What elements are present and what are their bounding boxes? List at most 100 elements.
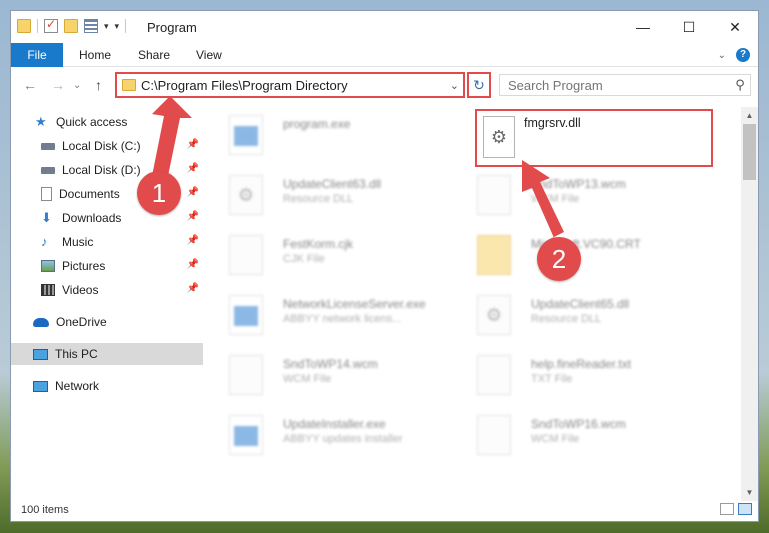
navigation-pane: ★ Quick access Local Disk (C:) 📌 Local D…: [11, 107, 203, 501]
minimize-button[interactable]: —: [620, 11, 666, 43]
sidebar-item-label: OneDrive: [56, 315, 107, 329]
forward-button[interactable]: →: [51, 77, 65, 93]
search-input[interactable]: [508, 77, 730, 93]
sidebar-item-local-disk-c[interactable]: Local Disk (C:) 📌: [11, 135, 203, 157]
star-icon: ★: [35, 114, 47, 129]
step-1-badge: 1: [137, 171, 181, 215]
file-item[interactable]: UpdateInstaller.exe ABBYY updates instal…: [211, 413, 451, 463]
gear-icon: ⚙: [229, 175, 263, 215]
file-icon: [477, 175, 511, 215]
maximize-button[interactable]: ☐: [666, 11, 712, 43]
sidebar-item-pictures[interactable]: Pictures 📌: [11, 255, 203, 277]
file-item[interactable]: ⚙ UpdateClient65.dll Resource DLL: [459, 293, 699, 343]
qat-chevron-down-icon[interactable]: ▾: [104, 21, 109, 32]
recent-locations-icon[interactable]: ⌄: [73, 80, 81, 91]
vertical-scrollbar[interactable]: ▲ ▼: [741, 107, 758, 501]
disk-icon: [41, 166, 55, 174]
scroll-up-icon[interactable]: ▲: [741, 107, 758, 124]
navigation-bar: ← → ⌄ ↑ C:\Program Files\Program Directo…: [11, 68, 758, 102]
address-bar[interactable]: C:\Program Files\Program Directory ⌄: [115, 72, 465, 98]
tab-share[interactable]: Share: [138, 43, 170, 67]
file-icon: [229, 355, 263, 395]
sidebar-item-this-pc[interactable]: This PC: [11, 343, 203, 365]
file-item[interactable]: NetworkLicenseServer.exe ABBYY network l…: [211, 293, 451, 343]
file-type: Resource DLL: [531, 313, 602, 325]
app-icon: [229, 115, 263, 155]
file-type: ABBYY updates installer: [283, 433, 403, 445]
file-name: SndToWP16.wcm: [531, 417, 626, 431]
sidebar-item-network[interactable]: Network: [11, 375, 203, 397]
sidebar-item-onedrive[interactable]: OneDrive: [11, 311, 203, 333]
folder-icon: [477, 235, 511, 275]
file-name: program.exe: [283, 117, 351, 131]
pictures-icon: [41, 260, 55, 272]
scroll-thumb[interactable]: [743, 124, 756, 180]
gear-icon: ⚙: [477, 295, 511, 335]
new-folder-icon[interactable]: [64, 19, 78, 33]
refresh-button[interactable]: ↻: [467, 72, 491, 98]
app-icon: [229, 295, 263, 335]
file-name: help.fineReader.txt: [531, 357, 632, 371]
file-item[interactable]: ⚙ UpdateClient63.dll Resource DLL: [211, 173, 451, 223]
file-item[interactable]: SndToWP16.wcm WCM File: [459, 413, 699, 463]
file-item[interactable]: SndToWP13.wcm WCM File: [459, 173, 699, 223]
ribbon-right-controls: ⌄ ?: [718, 48, 750, 62]
quick-access-toolbar: ▾ ▾: [17, 17, 127, 33]
file-item[interactable]: FestKorm.cjk CJK File: [211, 233, 451, 283]
cloud-icon: [33, 317, 49, 327]
pin-icon[interactable]: 📌: [187, 187, 199, 198]
expand-ribbon-icon[interactable]: ⌄: [718, 50, 726, 61]
step-2-badge: 2: [537, 237, 581, 281]
window-title: Program: [147, 20, 197, 35]
search-icon[interactable]: ⚲: [730, 77, 750, 93]
file-type: CJK File: [283, 253, 325, 265]
sidebar-item-quick-access[interactable]: ★ Quick access: [11, 111, 203, 133]
search-box[interactable]: ⚲: [499, 74, 751, 96]
properties-icon[interactable]: [84, 19, 98, 33]
address-chevron-down-icon[interactable]: ⌄: [450, 79, 459, 92]
tab-view[interactable]: View: [196, 43, 222, 67]
close-button[interactable]: ✕: [712, 11, 758, 43]
sidebar-item-downloads[interactable]: ⬇ Downloads 📌: [11, 207, 203, 229]
large-icons-view-icon[interactable]: [738, 503, 752, 515]
window-controls: — ☐ ✕: [620, 11, 758, 43]
file-item-fmgrsrv-dll[interactable]: ⚙ fmgrsrv.dll: [477, 111, 711, 165]
file-item[interactable]: help.fineReader.txt TXT File: [459, 353, 699, 403]
sidebar-item-videos[interactable]: Videos 📌: [11, 279, 203, 301]
back-button[interactable]: ←: [23, 77, 37, 93]
properties-check-icon[interactable]: [44, 17, 58, 33]
pin-icon[interactable]: 📌: [187, 211, 199, 222]
item-count: 100 items: [21, 504, 69, 516]
pin-icon[interactable]: 📌: [187, 259, 199, 270]
qat-customize-icon[interactable]: ▾: [115, 21, 120, 32]
file-name: NetworkLicenseServer.exe: [283, 297, 426, 311]
pin-icon[interactable]: 📌: [187, 235, 199, 246]
file-name: UpdateClient65.dll: [531, 297, 630, 311]
sidebar-item-label: Local Disk (C:): [62, 139, 141, 153]
music-icon: ♪: [41, 234, 48, 249]
file-item[interactable]: program.exe: [211, 113, 451, 163]
file-icon: [229, 235, 263, 275]
sidebar-item-label: Network: [55, 379, 100, 393]
sidebar-item-music[interactable]: ♪ Music 📌: [11, 231, 203, 253]
up-button[interactable]: ↑: [95, 77, 102, 93]
file-type: WCM File: [283, 373, 332, 385]
details-view-icon[interactable]: [720, 503, 734, 515]
pin-icon[interactable]: 📌: [187, 139, 199, 150]
pin-icon[interactable]: 📌: [187, 163, 199, 174]
title-bar: ▾ ▾ Program — ☐ ✕: [11, 11, 758, 43]
file-item[interactable]: SndToWP14.wcm WCM File: [211, 353, 451, 403]
pin-icon[interactable]: 📌: [187, 283, 199, 294]
sidebar-item-label: Quick access: [56, 115, 128, 129]
help-icon[interactable]: ?: [736, 48, 750, 62]
address-path[interactable]: C:\Program Files\Program Directory: [141, 78, 450, 93]
file-type: TXT File: [531, 373, 573, 385]
tab-file[interactable]: File: [11, 43, 63, 67]
file-icon: [477, 355, 511, 395]
sidebar-item-label: Videos: [62, 283, 99, 297]
sidebar-item-label: This PC: [55, 347, 98, 361]
network-icon: [33, 380, 48, 392]
tab-home[interactable]: Home: [79, 43, 111, 67]
file-type: WCM File: [531, 193, 580, 205]
sidebar-item-label: Music: [62, 235, 94, 249]
